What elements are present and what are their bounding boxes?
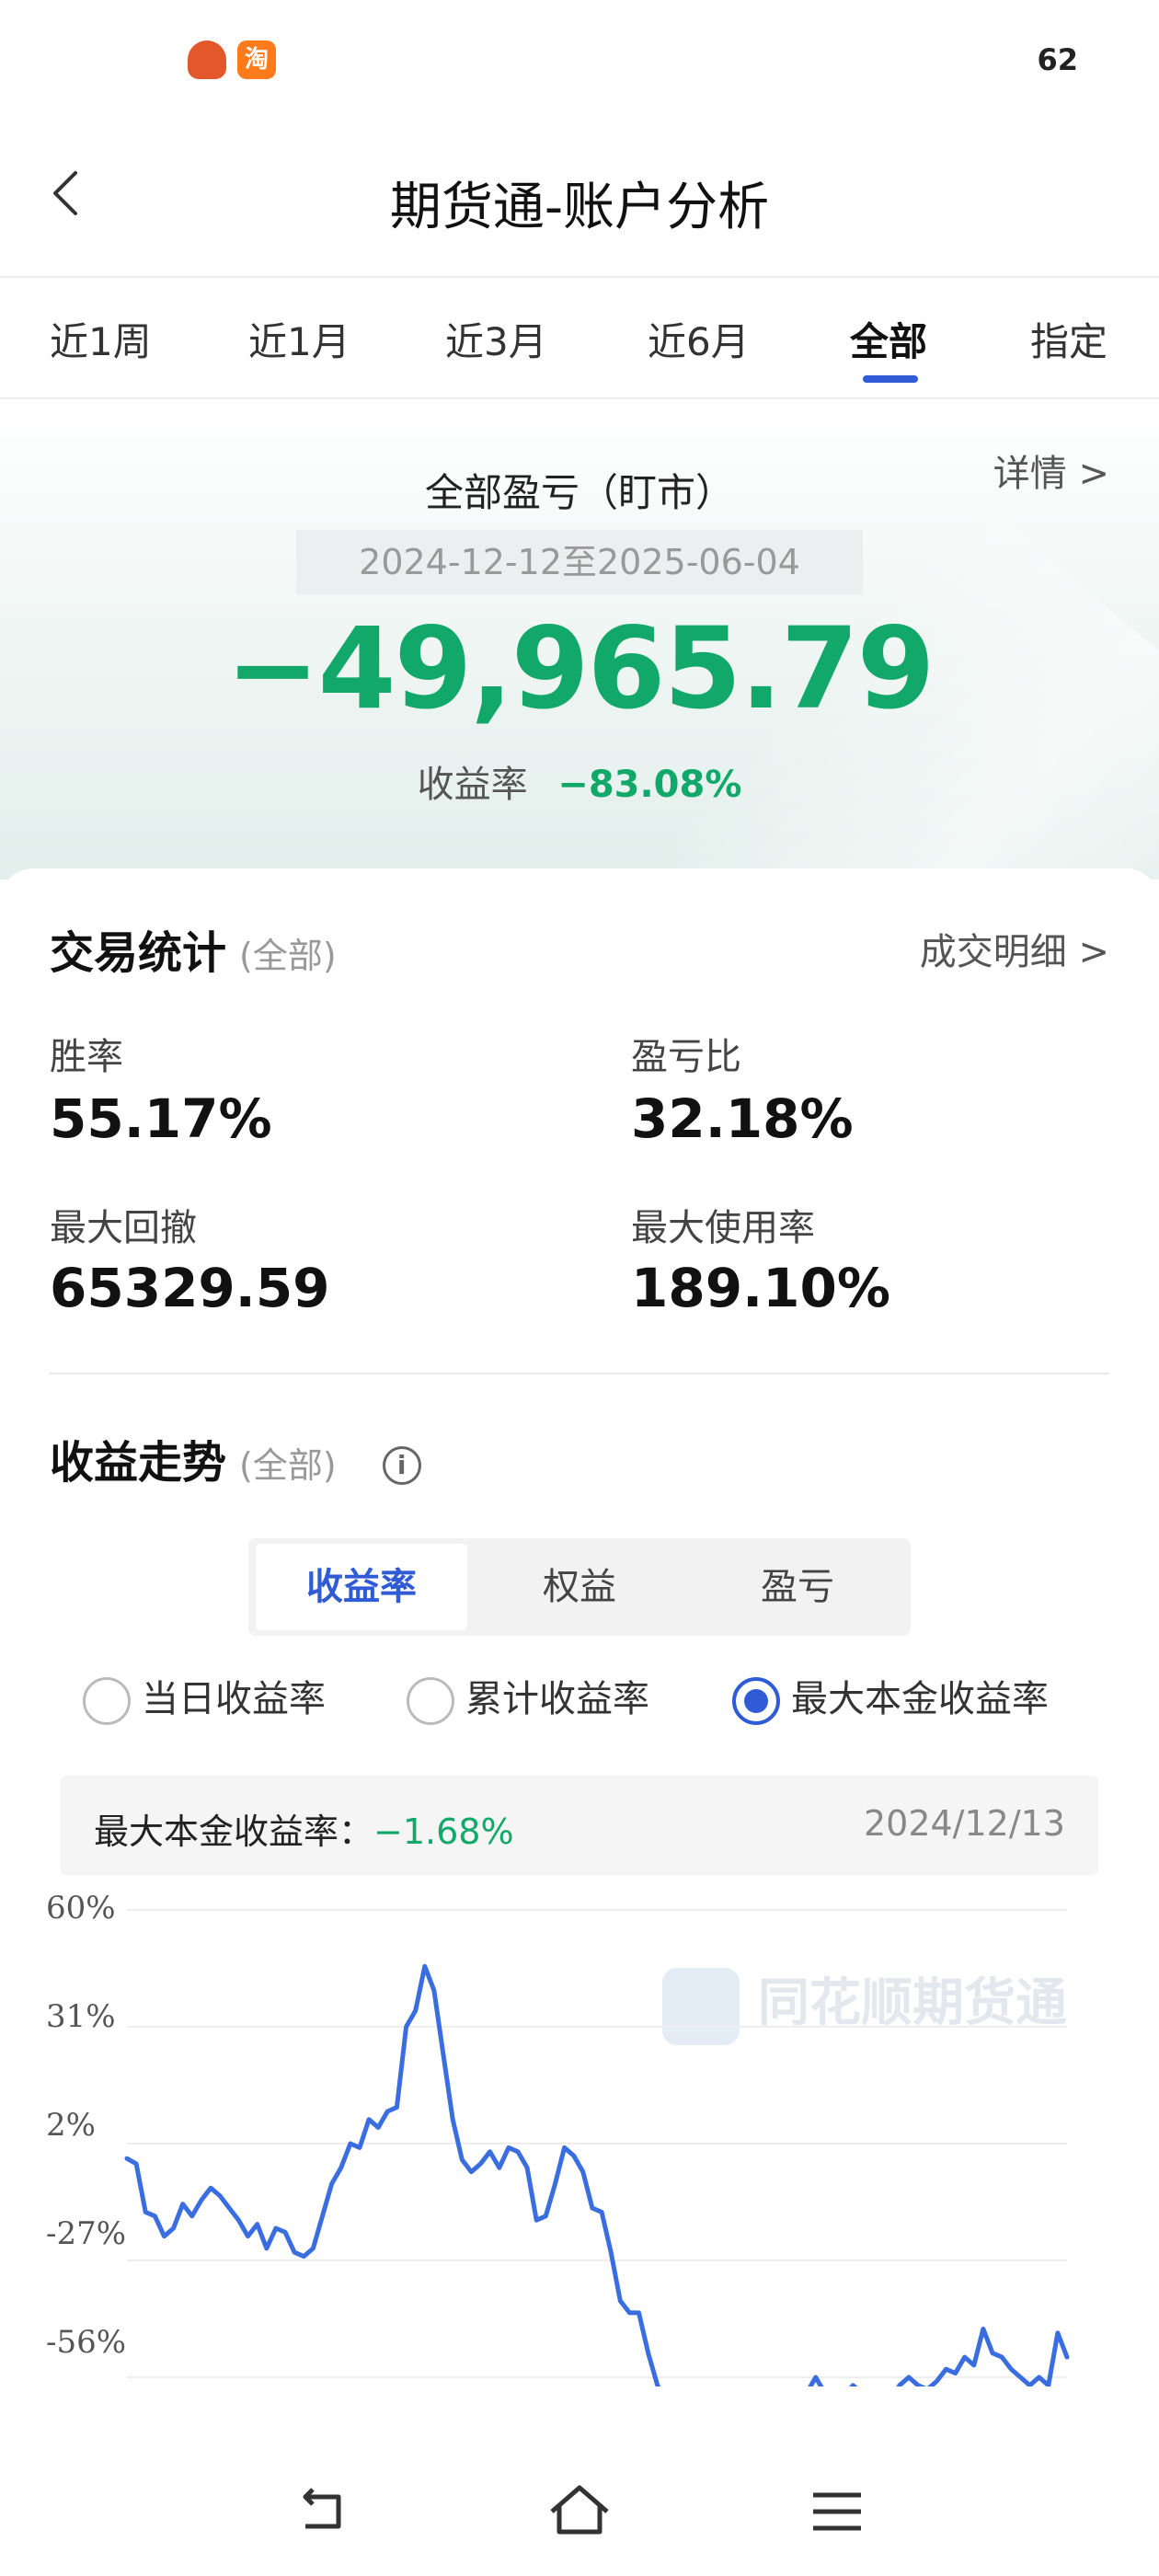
segment-equity[interactable]: 权益 — [474, 1544, 685, 1630]
tab-1-week[interactable]: 近1周 — [50, 311, 152, 367]
radio-circle-icon — [407, 1677, 454, 1725]
date-range: 2024-12-12至2025-06-04 — [296, 530, 863, 594]
trend-title: 收益走势 (全部) i — [50, 1426, 421, 1490]
readout-label-text: 最大本金收益率： — [94, 1811, 374, 1852]
win-rate-label: 胜率 — [50, 1036, 123, 1078]
trend-heading: 收益走势 — [50, 1437, 227, 1489]
radio-max-principal-return-label: 最大本金收益率 — [791, 1678, 1049, 1720]
max-usage-label: 最大使用率 — [631, 1207, 815, 1249]
radio-circle-icon — [83, 1677, 131, 1725]
period-tabs: 近1周 近1月 近3月 近6月 全部 指定 — [0, 276, 1159, 399]
tab-3-month[interactable]: 近3月 — [445, 311, 547, 367]
total-pnl-value: −49,965.79 — [225, 604, 935, 734]
pl-ratio-label: 盈亏比 — [631, 1036, 741, 1078]
tab-1-month[interactable]: 近1月 — [248, 311, 350, 367]
tab-all[interactable]: 全部 — [850, 311, 927, 367]
trade-stats-heading: 交易统计 — [50, 927, 227, 979]
readout-label: 最大本金收益率：−1.68% — [94, 1803, 514, 1854]
page-title: 期货通-账户分析 — [389, 178, 770, 237]
battery-level: 62 — [1037, 42, 1078, 77]
info-icon[interactable]: i — [382, 1446, 421, 1485]
return-chart[interactable]: 60% 31% 2% -27% -56% — [0, 1890, 1159, 2386]
pnl-summary: 详情 > 全部盈亏（盯市） 2024-12-12至2025-06-04 −49,… — [0, 401, 1159, 880]
tab-6-month[interactable]: 近6月 — [648, 311, 750, 367]
taobao-icon: 淘 — [237, 40, 276, 79]
radio-daily-return[interactable]: 当日收益率 — [83, 1669, 326, 1725]
pl-ratio-value: 32.18% — [631, 1087, 854, 1150]
radio-max-principal-return[interactable]: 最大本金收益率 — [732, 1669, 1049, 1725]
max-drawdown-label: 最大回撤 — [50, 1207, 197, 1249]
section-divider — [50, 1373, 1109, 1374]
back-icon[interactable] — [285, 2475, 359, 2548]
max-usage-value: 189.10% — [631, 1257, 890, 1319]
status-bar: 淘 62 — [0, 0, 1159, 120]
trade-stats-title: 交易统计 (全部) — [50, 916, 337, 981]
metric-segment-control: 收益率 权益 盈亏 — [248, 1538, 911, 1636]
summary-title: 全部盈亏（盯市） — [424, 470, 734, 515]
max-drawdown-value: 65329.59 — [50, 1257, 330, 1319]
return-rate-value: −83.08% — [557, 764, 742, 806]
trend-scope: (全部) — [239, 1445, 337, 1486]
radio-daily-return-label: 当日收益率 — [142, 1678, 326, 1720]
radio-checked-icon — [732, 1677, 780, 1725]
radio-cumulative-return-label: 累计收益率 — [465, 1678, 649, 1720]
header: 期货通-账户分析 — [0, 120, 1159, 276]
chart-readout: 最大本金收益率：−1.68% 2024/12/13 — [61, 1776, 1098, 1875]
trade-detail-link[interactable]: 成交明细 > — [920, 922, 1109, 975]
readout-date: 2024/12/13 — [863, 1803, 1065, 1844]
return-line-chart — [124, 1909, 1070, 2386]
return-rate-label: 收益率 — [417, 764, 528, 806]
segment-pnl[interactable]: 盈亏 — [692, 1544, 903, 1630]
readout-value: −1.68% — [373, 1811, 514, 1852]
menu-icon[interactable] — [800, 2475, 874, 2548]
win-rate-value: 55.17% — [50, 1087, 272, 1150]
radio-cumulative-return[interactable]: 累计收益率 — [407, 1669, 649, 1725]
return-rate-line: 收益率 −83.08% — [0, 754, 1159, 808]
app-logo-icon — [188, 40, 226, 79]
series-line — [124, 1963, 1070, 2386]
segment-return-rate[interactable]: 收益率 — [256, 1544, 467, 1630]
trade-stats-scope: (全部) — [239, 936, 337, 976]
analysis-card: 交易统计 (全部) 成交明细 > 胜率 55.17% 盈亏比 32.18% 最大回… — [0, 868, 1159, 2576]
tab-custom[interactable]: 指定 — [1030, 311, 1107, 367]
active-tab-indicator — [863, 375, 918, 383]
home-icon[interactable] — [543, 2475, 616, 2548]
system-nav-bar — [0, 2447, 1159, 2576]
